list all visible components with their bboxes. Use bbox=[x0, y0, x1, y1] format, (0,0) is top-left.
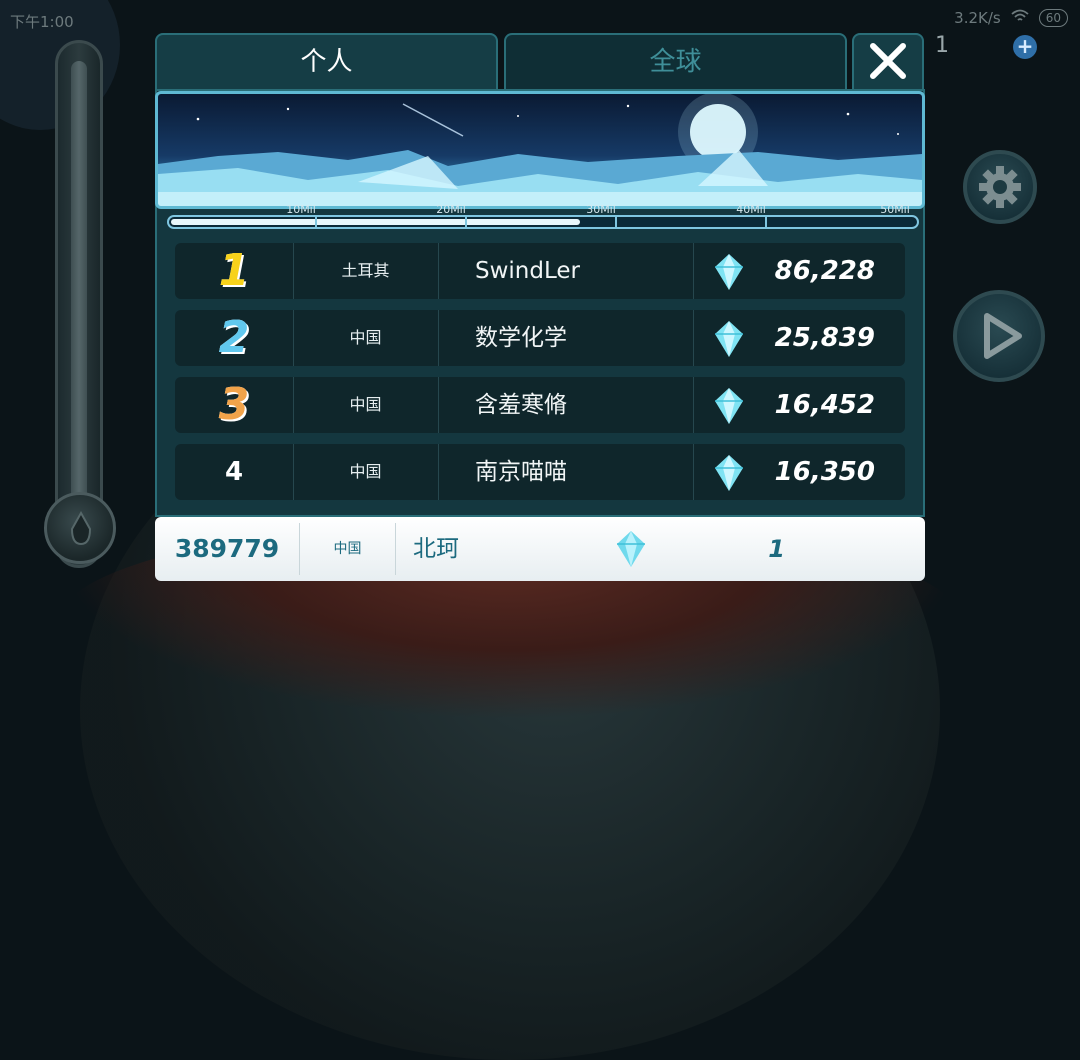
country-name: 中国 bbox=[349, 328, 382, 347]
rank-number: 2 bbox=[218, 312, 250, 363]
column-divider bbox=[693, 377, 694, 433]
currency-counter: 1 + bbox=[905, 33, 1045, 61]
country-name: 中国 bbox=[349, 395, 382, 414]
play-button[interactable] bbox=[953, 290, 1045, 382]
player-name: 数学化学 bbox=[475, 325, 567, 351]
gem-icon bbox=[713, 377, 747, 433]
progress-tick bbox=[765, 217, 767, 227]
column-divider bbox=[438, 444, 439, 500]
self-country: 中国 bbox=[333, 541, 362, 557]
distance-progress: 10Mil 20Mil 30Mil 40Mil 50Mil bbox=[165, 203, 925, 233]
self-name: 北珂 bbox=[413, 536, 459, 562]
rank-cell: 3 bbox=[175, 377, 293, 433]
progress-bar-fill bbox=[171, 219, 581, 225]
play-icon bbox=[984, 313, 1022, 359]
column-divider bbox=[693, 444, 694, 500]
currency-value: 1 bbox=[935, 33, 949, 58]
status-icons: 3.2K/s 60 bbox=[954, 9, 1068, 27]
tab-personal[interactable]: 个人 bbox=[155, 33, 498, 91]
progress-tick bbox=[315, 217, 317, 227]
gem-icon bbox=[713, 310, 747, 366]
rank-cell: 2 bbox=[175, 310, 293, 366]
close-icon bbox=[870, 43, 906, 79]
status-time: 下午1:00 bbox=[10, 13, 74, 31]
self-score: 1 bbox=[768, 535, 785, 563]
drop-icon bbox=[70, 511, 92, 546]
wifi-icon bbox=[1011, 9, 1029, 27]
slider-groove bbox=[71, 61, 87, 511]
column-divider bbox=[693, 310, 694, 366]
ice-landscape-illustration bbox=[158, 94, 922, 206]
slider-knob[interactable] bbox=[44, 492, 116, 564]
player-name: SwindLer bbox=[475, 258, 580, 284]
rank-cell: 1 bbox=[175, 243, 293, 299]
column-divider bbox=[438, 243, 439, 299]
tab-global[interactable]: 全球 bbox=[504, 33, 847, 91]
progress-tick bbox=[615, 217, 617, 227]
network-speed: 3.2K/s bbox=[954, 9, 1001, 27]
column-divider bbox=[693, 243, 694, 299]
rank-number: 1 bbox=[218, 245, 250, 296]
close-button[interactable] bbox=[852, 33, 924, 91]
column-divider bbox=[438, 377, 439, 433]
player-name: 南京喵喵 bbox=[475, 459, 567, 485]
rank-number: 3 bbox=[218, 379, 250, 430]
leaderboard-row[interactable]: 2 中国 数学化学 25,839 bbox=[175, 310, 905, 366]
rank-number: 4 bbox=[224, 457, 244, 487]
leaderboard-row[interactable]: 1 土耳其 SwindLer 86,228 bbox=[175, 243, 905, 299]
gem-icon bbox=[615, 517, 649, 581]
gem-icon bbox=[713, 243, 747, 299]
current-player-row[interactable]: 389779 中国 北珂 1 bbox=[155, 517, 925, 581]
score-value: 86,228 bbox=[774, 256, 875, 286]
country-name: 中国 bbox=[349, 462, 382, 481]
add-currency-button[interactable]: + bbox=[1013, 35, 1037, 59]
gem-icon bbox=[713, 444, 747, 500]
score-value: 16,452 bbox=[774, 390, 875, 420]
country-name: 土耳其 bbox=[341, 261, 390, 280]
progress-tick bbox=[465, 217, 467, 227]
leaderboard-row[interactable]: 3 中国 含羞寒脩 16,452 bbox=[175, 377, 905, 433]
score-value: 25,839 bbox=[774, 323, 875, 353]
progress-banner-image bbox=[155, 91, 925, 209]
player-name: 含羞寒脩 bbox=[475, 392, 567, 418]
progress-bar bbox=[167, 215, 919, 229]
self-rank: 389779 bbox=[174, 534, 280, 563]
settings-button[interactable] bbox=[963, 150, 1037, 224]
leaderboard-row[interactable]: 4 中国 南京喵喵 16,350 bbox=[175, 444, 905, 500]
rank-cell: 4 bbox=[175, 444, 293, 500]
battery-indicator: 60 bbox=[1038, 9, 1068, 27]
leaderboard-panel: 个人 全球 10Mil 20Mil 30Mil 40Mil 50Mil 1 土耳… bbox=[155, 33, 925, 583]
column-divider bbox=[438, 310, 439, 366]
column-divider bbox=[395, 523, 396, 575]
score-value: 16,350 bbox=[774, 457, 875, 487]
gear-icon bbox=[979, 166, 1021, 208]
zoom-slider-track[interactable] bbox=[55, 40, 103, 568]
